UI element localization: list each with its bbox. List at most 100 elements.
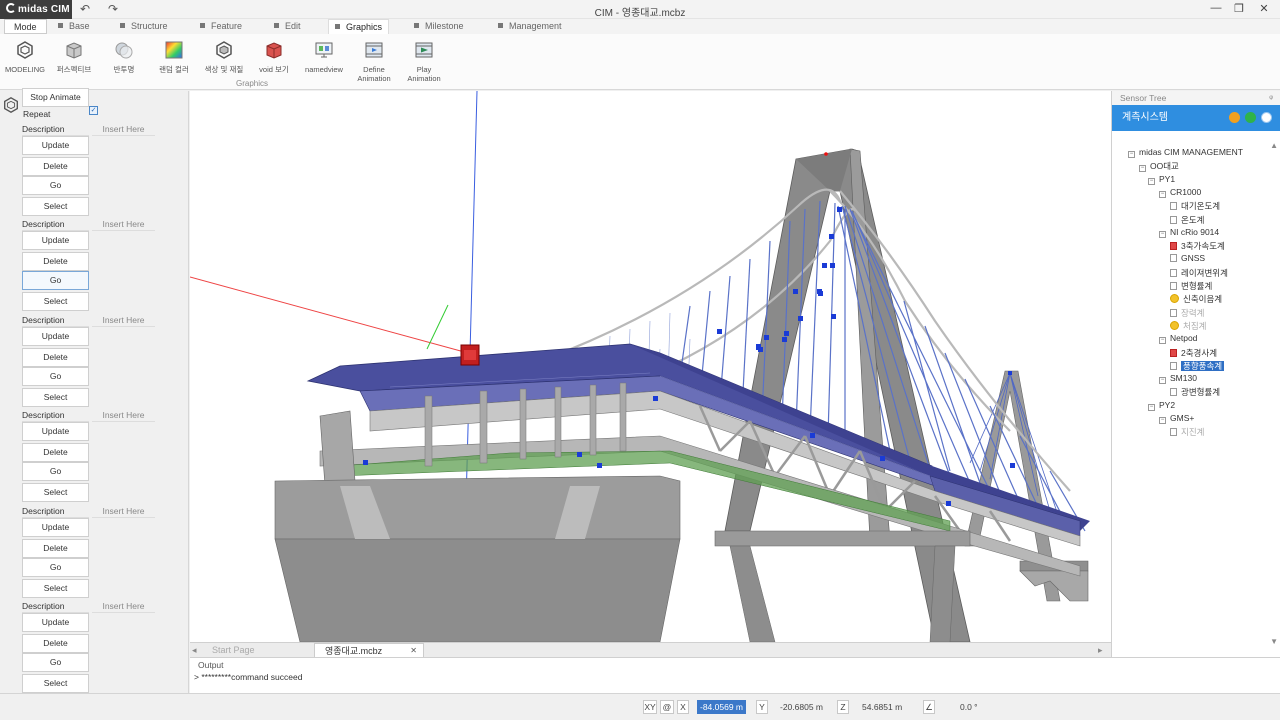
collapse-icon[interactable]: − xyxy=(1139,165,1146,173)
select-button[interactable]: Select xyxy=(22,197,89,216)
go-button[interactable]: Go xyxy=(22,176,89,195)
insert-here-link[interactable]: Insert Here xyxy=(92,315,155,327)
confirm-sensor-icon[interactable] xyxy=(1261,112,1272,123)
collapse-icon[interactable]: − xyxy=(1128,151,1135,158)
tree-node[interactable]: − CR1000 xyxy=(1159,187,1201,198)
tree-node[interactable]: 2축경사계 xyxy=(1170,347,1217,359)
tab-active-document[interactable]: 영종대교.mcbz ✕ xyxy=(314,643,424,657)
angle-value[interactable]: 0.0 ° xyxy=(960,700,978,714)
update-button[interactable]: Update xyxy=(22,422,89,441)
go-button[interactable]: Go xyxy=(22,271,89,290)
tree-node[interactable]: 변형률계 xyxy=(1170,280,1212,292)
perspective-button[interactable]: 퍼스펙티브 xyxy=(51,38,97,74)
update-button[interactable]: Update xyxy=(22,518,89,537)
y-coordinate[interactable]: -20.6805 m xyxy=(780,700,823,714)
tabs-scroll-left-icon[interactable]: ◂ xyxy=(192,643,197,657)
tree-node[interactable]: 처짐계 xyxy=(1170,320,1206,332)
z-coordinate[interactable]: 54.6851 m xyxy=(862,700,902,714)
go-button[interactable]: Go xyxy=(22,462,89,481)
insert-here-link[interactable]: Insert Here xyxy=(92,124,155,136)
collapse-icon[interactable]: − xyxy=(1159,337,1166,345)
tree-scrollbar[interactable]: ▲ xyxy=(1270,141,1278,150)
delete-button[interactable]: Delete xyxy=(22,634,89,653)
selected-sensor-marker[interactable] xyxy=(460,344,480,366)
tree-node[interactable]: 레이져변위계 xyxy=(1170,267,1228,279)
delete-button[interactable]: Delete xyxy=(22,443,89,462)
collapse-icon[interactable]: − xyxy=(1159,417,1166,424)
tree-node[interactable]: 광변형률계 xyxy=(1170,386,1220,398)
tree-node[interactable]: − PY1 xyxy=(1148,174,1175,185)
delete-button[interactable]: Delete xyxy=(22,157,89,176)
go-button[interactable]: Go xyxy=(22,558,89,577)
tab-structure[interactable]: Structure xyxy=(120,19,168,34)
collapse-icon[interactable]: − xyxy=(1148,403,1155,411)
modeling-button[interactable]: MODELING xyxy=(2,38,48,74)
tree-node[interactable]: 장력계 xyxy=(1170,307,1204,319)
collapse-icon[interactable]: − xyxy=(1148,177,1155,185)
color-material-button[interactable]: 색상 및 재질 xyxy=(201,38,247,74)
close-tab-icon[interactable]: ✕ xyxy=(410,644,417,658)
tab-graphics[interactable]: Graphics xyxy=(328,19,390,34)
update-button[interactable]: Update xyxy=(22,613,89,632)
select-button[interactable]: Select xyxy=(22,292,89,311)
tree-node[interactable]: − NI cRio 9014 xyxy=(1159,227,1219,238)
update-button[interactable]: Update xyxy=(22,136,89,155)
tab-base[interactable]: Base xyxy=(58,19,90,34)
tree-node[interactable]: 3축가속도계 xyxy=(1170,240,1225,252)
x-coordinate[interactable]: -84.0569 m xyxy=(697,700,746,714)
snap-button[interactable]: @ xyxy=(660,700,674,714)
select-button[interactable]: Select xyxy=(22,388,89,407)
minimize-button[interactable]: — xyxy=(1206,2,1226,14)
delete-button[interactable]: Delete xyxy=(22,539,89,558)
random-color-button[interactable]: 랜덤 컬러 xyxy=(151,38,197,74)
collapse-icon[interactable]: − xyxy=(1159,377,1166,385)
stop-animate-button[interactable]: Stop Animate xyxy=(22,88,89,107)
tree-node[interactable]: − GMS+ xyxy=(1159,413,1194,424)
update-button[interactable]: Update xyxy=(22,231,89,250)
tree-node[interactable]: GNSS xyxy=(1170,253,1205,263)
refresh-sensor-icon[interactable] xyxy=(1245,112,1256,123)
tab-edit[interactable]: Edit xyxy=(274,19,301,34)
void-view-button[interactable]: void 보기 xyxy=(251,38,297,74)
insert-here-link[interactable]: Insert Here xyxy=(92,219,155,231)
tree-node[interactable]: 지진계 xyxy=(1170,426,1204,438)
3d-viewport[interactable] xyxy=(190,91,1111,642)
collapse-icon[interactable]: − xyxy=(1159,190,1166,198)
restore-button[interactable]: ❐ xyxy=(1229,2,1249,15)
bridge-model[interactable] xyxy=(190,91,1111,642)
insert-here-link[interactable]: Insert Here xyxy=(92,601,155,613)
tab-start-page[interactable]: Start Page xyxy=(212,643,312,657)
tree-node[interactable]: 풍향풍속계 xyxy=(1170,360,1225,372)
collapse-icon[interactable]: − xyxy=(1159,230,1166,238)
tree-node[interactable]: 온도계 xyxy=(1170,214,1204,226)
delete-button[interactable]: Delete xyxy=(22,348,89,367)
select-button[interactable]: Select xyxy=(22,483,89,502)
go-button[interactable]: Go xyxy=(22,653,89,672)
insert-here-link[interactable]: Insert Here xyxy=(92,506,155,518)
select-button[interactable]: Select xyxy=(22,579,89,598)
tree-node[interactable]: − OO대교 xyxy=(1139,160,1179,173)
tabs-scroll-right-icon[interactable]: ▸ xyxy=(1098,643,1103,657)
play-animation-button[interactable]: Play Animation xyxy=(401,38,447,83)
close-button[interactable]: ✕ xyxy=(1254,2,1274,15)
go-button[interactable]: Go xyxy=(22,367,89,386)
translucent-button[interactable]: 반투명 xyxy=(101,38,147,74)
xy-mode-button[interactable]: XY xyxy=(643,700,657,714)
tree-node[interactable]: 대기온도계 xyxy=(1170,200,1220,212)
tab-management[interactable]: Management xyxy=(498,19,562,34)
tab-milestone[interactable]: Milestone xyxy=(414,19,464,34)
delete-button[interactable]: Delete xyxy=(22,252,89,271)
define-animation-button[interactable]: Define Animation xyxy=(351,38,397,83)
tab-feature[interactable]: Feature xyxy=(200,19,242,34)
namedview-button[interactable]: namedview xyxy=(301,38,347,74)
pin-icon[interactable]: ᵠ xyxy=(1269,91,1273,105)
edit-sensor-icon[interactable] xyxy=(1229,112,1240,123)
tree-node[interactable]: − Netpod xyxy=(1159,333,1197,345)
tree-node[interactable]: − PY2 xyxy=(1148,400,1175,411)
repeat-checkbox[interactable]: ✓ xyxy=(89,106,98,115)
tree-node[interactable]: − midas CIM MANAGEMENT xyxy=(1128,147,1243,158)
insert-here-link[interactable]: Insert Here xyxy=(92,410,155,422)
tree-node[interactable]: 신축이음계 xyxy=(1170,293,1222,305)
tree-scroll-down-icon[interactable]: ▼ xyxy=(1270,637,1278,646)
update-button[interactable]: Update xyxy=(22,327,89,346)
